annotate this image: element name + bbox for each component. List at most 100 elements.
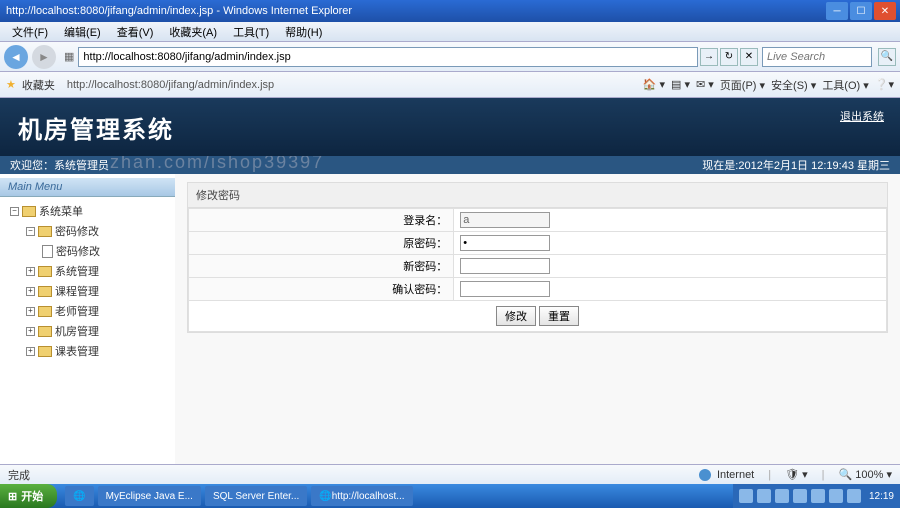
menu-tools[interactable]: 工具(T) [227,22,275,42]
expand-icon[interactable]: + [26,347,35,356]
collapse-icon[interactable]: − [10,207,19,216]
page-icon [42,245,53,258]
ie-navbar: ◄ ► ▦ → ↻ ✕ 🔍 [0,42,900,72]
page-content: zhan.com/ishop39397 机房管理系统 退出系统 欢迎您：系统管理… [0,98,900,498]
tray-icon[interactable] [793,489,807,503]
tray-icon[interactable] [847,489,861,503]
folder-icon [38,346,52,357]
expand-icon[interactable]: + [26,267,35,276]
tools-menu[interactable]: 工具(O) ▾ [822,77,868,93]
info-bar: 欢迎您：系统管理员 现在是:2012年2月1日 12:19:43 星期三 [0,156,900,174]
start-button[interactable]: ⊞ 开始 [0,484,57,508]
safety-menu[interactable]: 安全(S) ▾ [771,77,816,93]
system-tray: 12:19 [733,484,900,508]
windows-taskbar: ⊞ 开始 🌐 MyEclipse Java E... SQL Server En… [0,484,900,508]
tree-root[interactable]: − 系统菜单 [10,201,175,221]
old-pwd-label: 原密码： [189,232,454,255]
welcome-text: 欢迎您：系统管理员 [10,157,702,173]
window-titlebar: http://localhost:8080/jifang/admin/index… [0,0,900,22]
tray-icon[interactable] [811,489,825,503]
panel-title: 修改密码 [188,183,887,208]
nav-tree: − 系统菜单 − 密码修改 密码修改 [0,197,175,361]
tab-title[interactable]: http://localhost:8080/jifang/admin/index… [67,79,274,91]
taskbar-item-myeclipse[interactable]: MyEclipse Java E... [98,486,201,506]
app-title: 机房管理系统 [18,110,174,145]
search-input[interactable] [762,47,872,67]
expand-icon[interactable]: + [26,327,35,336]
sidebar: Main Menu − 系统菜单 − 密码修改 [0,174,175,498]
expand-icon[interactable]: + [26,287,35,296]
body-split: Main Menu − 系统菜单 − 密码修改 [0,174,900,498]
collapse-icon[interactable]: − [26,227,35,236]
old-pwd-input[interactable] [460,235,550,251]
menu-file[interactable]: 文件(F) [6,22,54,42]
form-panel: 修改密码 登录名： 原密码： 新密码： 确认密码： [187,182,888,333]
tree-pwd-item[interactable]: 密码修改 [42,241,175,261]
clock[interactable]: 12:19 [865,491,894,502]
menu-help[interactable]: 帮助(H) [279,22,328,42]
status-text: 完成 [8,467,699,483]
back-button[interactable]: ◄ [4,45,28,69]
menu-view[interactable]: 查看(V) [111,22,160,42]
refresh-button[interactable]: ↻ [720,48,738,66]
menu-favorites[interactable]: 收藏夹(A) [163,22,223,42]
close-button[interactable]: ✕ [874,2,896,20]
tray-icon[interactable] [757,489,771,503]
datetime-text: 现在是:2012年2月1日 12:19:43 星期三 [702,157,890,173]
protected-mode-icon[interactable]: 🛡 ▾ [785,468,808,481]
page-menu[interactable]: 页面(P) ▾ [720,77,765,93]
maximize-button[interactable]: ☐ [850,2,872,20]
address-input[interactable] [78,47,698,67]
zoom-control[interactable]: 🔍 100% ▾ [839,468,892,481]
sidebar-header: Main Menu [0,178,175,197]
main-content: 修改密码 登录名： 原密码： 新密码： 确认密码： [175,174,900,498]
new-pwd-input[interactable] [460,258,550,274]
feed-icon[interactable]: ▤ ▾ [671,78,690,91]
mail-icon[interactable]: ✉ ▾ [696,78,714,91]
folder-icon [38,306,52,317]
login-label: 登录名： [189,209,454,232]
folder-icon [38,326,52,337]
favorites-label[interactable]: 收藏夹 [22,77,55,93]
login-input [460,212,550,228]
ie-statusbar: 完成 Internet | 🛡 ▾ | 🔍 100% ▾ [0,464,900,484]
search-button[interactable]: 🔍 [878,48,896,66]
tree-item-course[interactable]: + 课程管理 [26,281,175,301]
ie-menubar: 文件(F) 编辑(E) 查看(V) 收藏夹(A) 工具(T) 帮助(H) [0,22,900,42]
app-header: 机房管理系统 退出系统 [0,98,900,156]
menu-edit[interactable]: 编辑(E) [58,22,107,42]
tree-item-sys[interactable]: + 系统管理 [26,261,175,281]
globe-icon [699,469,711,481]
quicklaunch-ie[interactable]: 🌐 [65,486,93,506]
favorites-star-icon[interactable]: ★ [6,78,16,91]
taskbar-item-ie[interactable]: 🌐 http://localhost... [311,486,412,506]
expand-icon[interactable]: + [26,307,35,316]
tree-pwd-group[interactable]: − 密码修改 [26,221,175,241]
confirm-pwd-input[interactable] [460,281,550,297]
reset-button[interactable]: 重置 [539,306,579,326]
stop-button[interactable]: ✕ [740,48,758,66]
window-title: http://localhost:8080/jifang/admin/index… [4,5,826,17]
tree-item-teacher[interactable]: + 老师管理 [26,301,175,321]
confirm-pwd-label: 确认密码： [189,278,454,301]
forward-button[interactable]: ► [32,45,56,69]
new-pwd-label: 新密码： [189,255,454,278]
tray-icon[interactable] [829,489,843,503]
folder-icon [38,266,52,277]
folder-icon [38,286,52,297]
go-button[interactable]: → [700,48,718,66]
tree-root-label: 系统菜单 [39,203,83,219]
taskbar-item-sqlserver[interactable]: SQL Server Enter... [205,486,307,506]
tree-item-schedule[interactable]: + 课表管理 [26,341,175,361]
home-icon[interactable]: 🏠 ▾ [643,78,665,91]
tree-item-room[interactable]: + 机房管理 [26,321,175,341]
logout-link[interactable]: 退出系统 [840,108,884,124]
tray-icon[interactable] [775,489,789,503]
minimize-button[interactable]: ─ [826,2,848,20]
address-bar-wrap: ▦ → ↻ ✕ [60,47,758,67]
tray-icon[interactable] [739,489,753,503]
help-icon[interactable]: ❔▾ [875,78,894,91]
ie-toolbar: ★ 收藏夹 http://localhost:8080/jifang/admin… [0,72,900,98]
folder-icon [38,226,52,237]
submit-button[interactable]: 修改 [496,306,536,326]
